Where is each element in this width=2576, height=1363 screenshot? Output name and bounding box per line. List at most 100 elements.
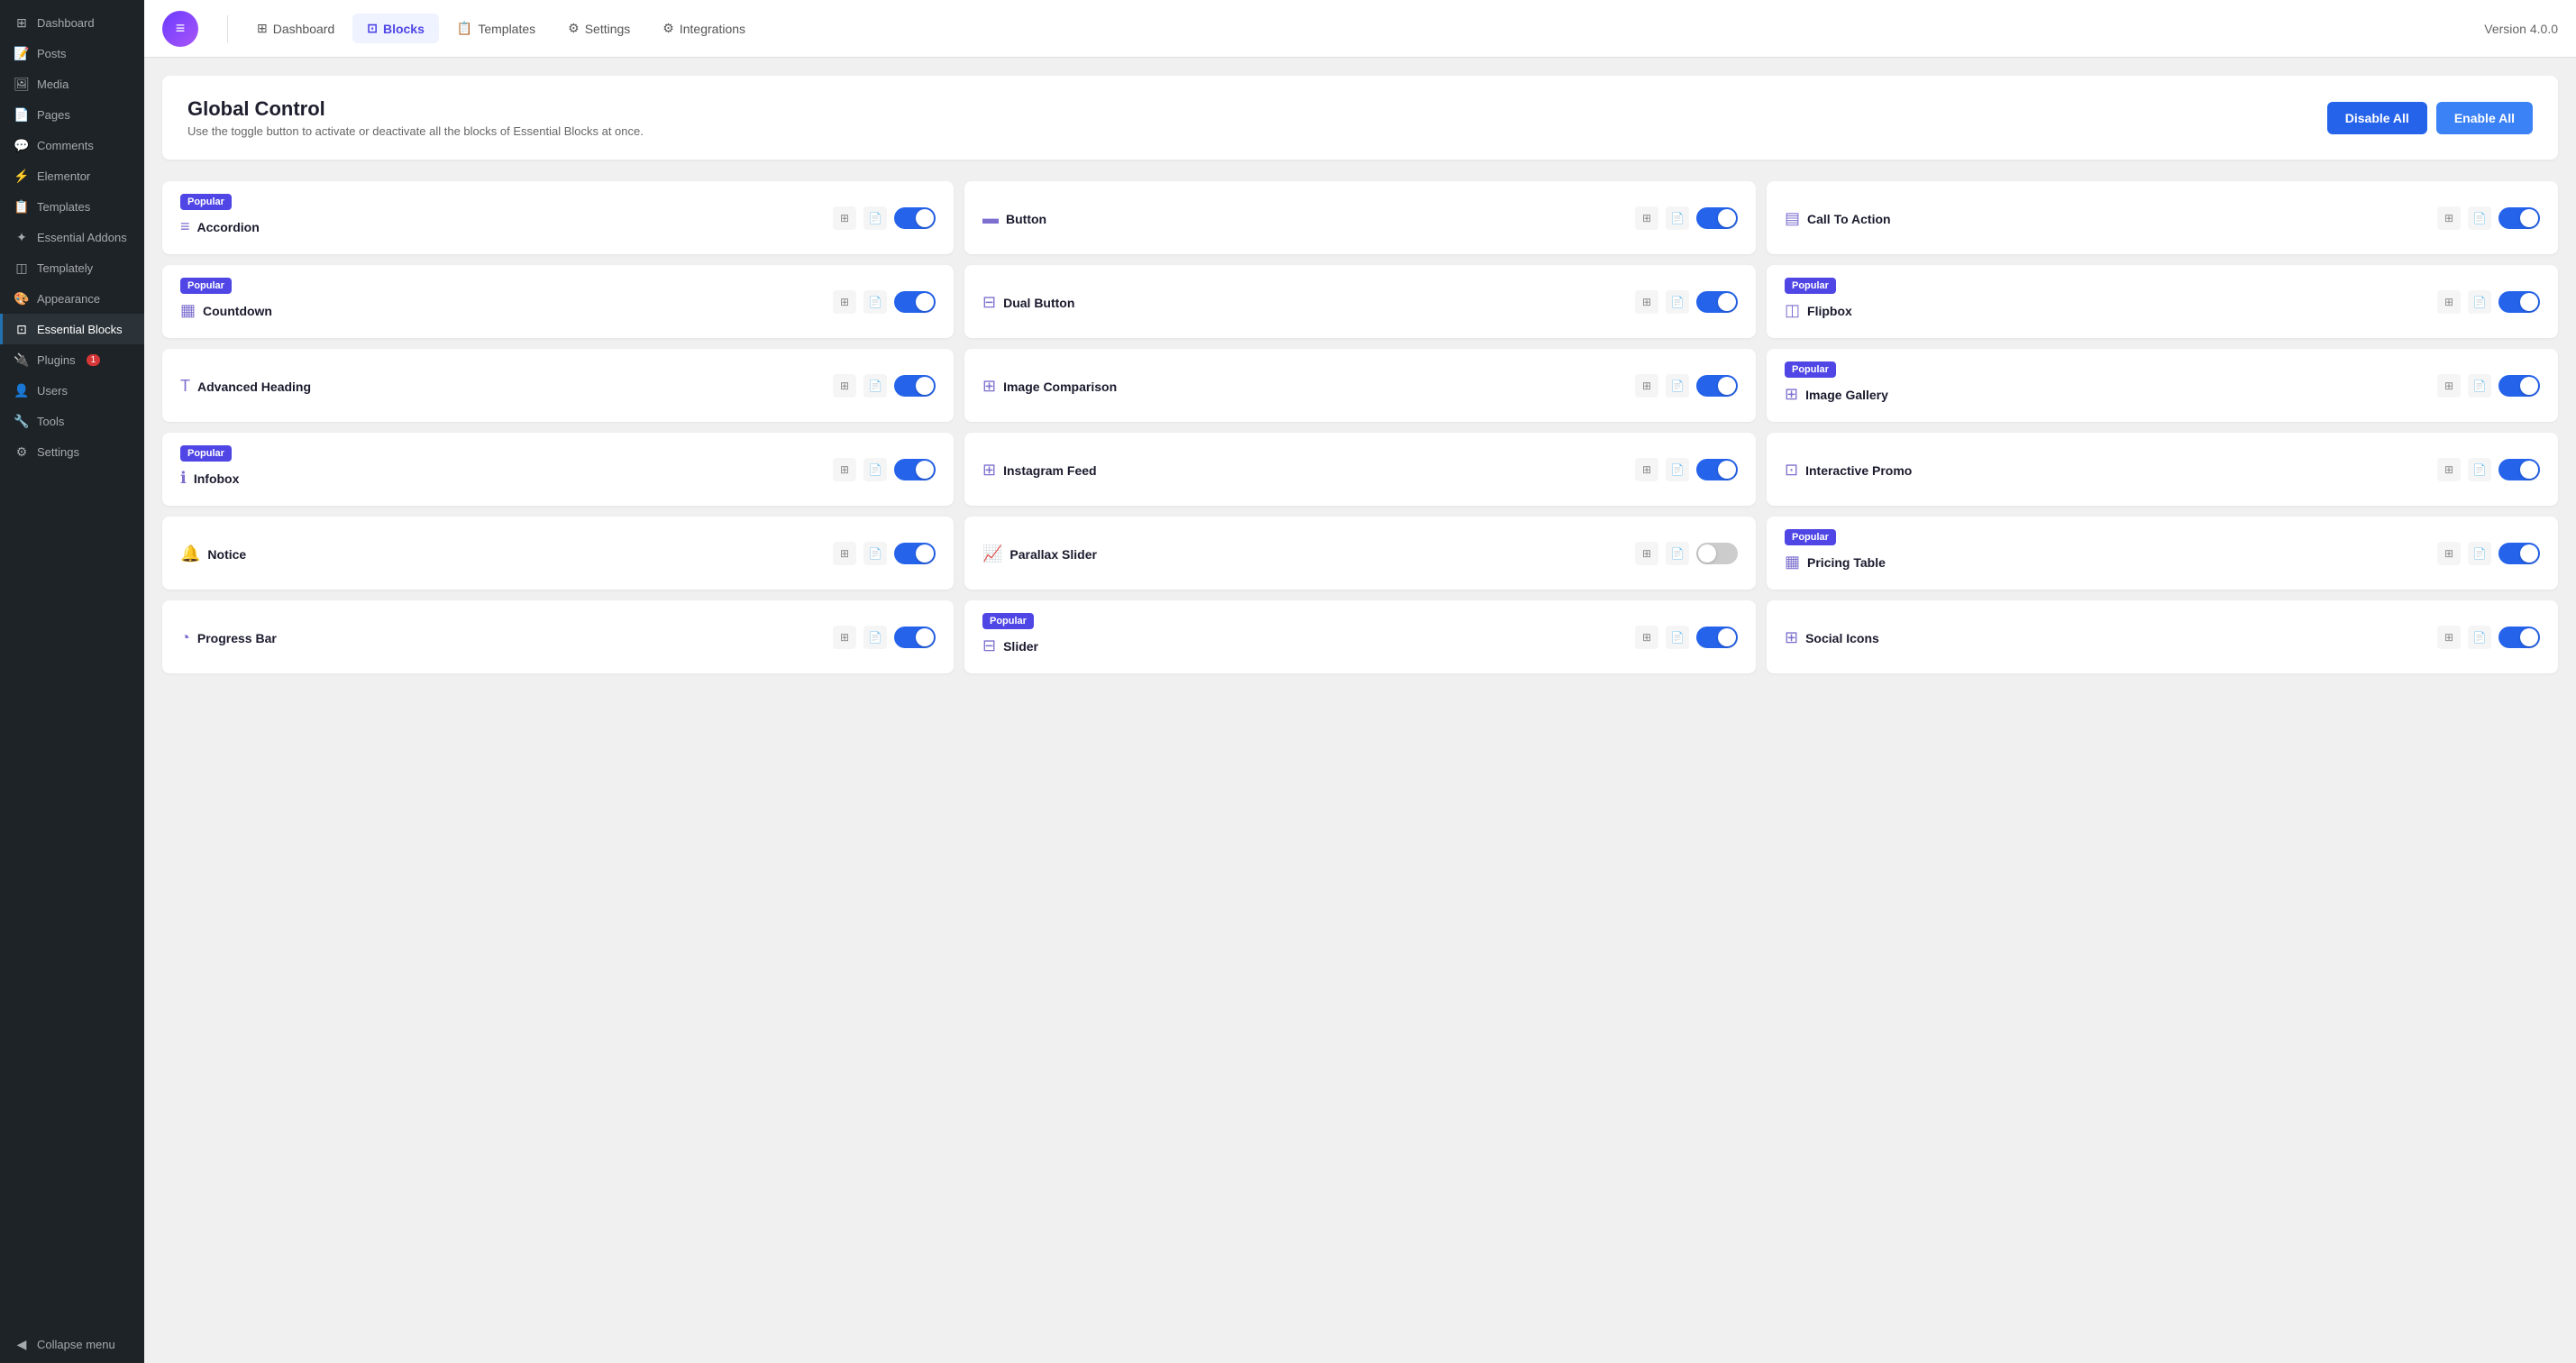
block-toggle-advanced-heading[interactable]: [894, 375, 936, 397]
block-toggle-slider[interactable]: [1696, 627, 1738, 648]
block-preview-icon-instagram-feed[interactable]: ⊞: [1635, 458, 1658, 481]
block-docs-icon-image-gallery[interactable]: 📄: [2468, 374, 2491, 398]
sidebar-item-users[interactable]: 👤 Users: [0, 375, 144, 406]
block-preview-icon-button[interactable]: ⊞: [1635, 206, 1658, 230]
block-docs-icon-slider[interactable]: 📄: [1666, 626, 1689, 649]
block-preview-icon-image-gallery[interactable]: ⊞: [2437, 374, 2461, 398]
block-preview-icon-call-to-action[interactable]: ⊞: [2437, 206, 2461, 230]
block-card-advanced-heading: T Advanced Heading ⊞ 📄: [162, 349, 954, 422]
popular-badge-infobox: Popular: [180, 445, 232, 462]
block-preview-icon-pricing-table[interactable]: ⊞: [2437, 542, 2461, 565]
nav-tab-dashboard[interactable]: ⊞Dashboard: [242, 14, 349, 43]
sidebar-item-settings[interactable]: ⚙ Settings: [0, 436, 144, 467]
version-label: Version 4.0.0: [2484, 22, 2558, 36]
block-left-button: ▬ Button: [982, 207, 1046, 228]
block-preview-icon-infobox[interactable]: ⊞: [833, 458, 856, 481]
global-control-buttons: Disable All Enable All: [2327, 102, 2533, 134]
block-name-row-image-comparison: ⊞ Image Comparison: [982, 377, 1117, 396]
sidebar-item-templates[interactable]: 📋 Templates: [0, 191, 144, 222]
block-preview-icon-countdown[interactable]: ⊞: [833, 290, 856, 314]
sidebar-item-media[interactable]: 🖼 Media: [0, 69, 144, 99]
block-docs-icon-notice[interactable]: 📄: [863, 542, 887, 565]
block-docs-icon-parallax-slider[interactable]: 📄: [1666, 542, 1689, 565]
block-toggle-progress-bar[interactable]: [894, 627, 936, 648]
block-docs-icon-countdown[interactable]: 📄: [863, 290, 887, 314]
block-docs-icon-social-icons[interactable]: 📄: [2468, 626, 2491, 649]
nav-tab-settings[interactable]: ⚙Settings: [553, 14, 644, 43]
block-toggle-pricing-table[interactable]: [2498, 543, 2540, 564]
block-preview-icon-accordion[interactable]: ⊞: [833, 206, 856, 230]
block-toggle-notice[interactable]: [894, 543, 936, 564]
block-docs-icon-pricing-table[interactable]: 📄: [2468, 542, 2491, 565]
block-toggle-image-comparison[interactable]: [1696, 375, 1738, 397]
block-card-image-comparison: ⊞ Image Comparison ⊞ 📄: [964, 349, 1756, 422]
block-name-row-pricing-table: ▦ Pricing Table: [1785, 553, 1886, 572]
block-toggle-dual-button[interactable]: [1696, 291, 1738, 313]
block-name-row-accordion: ≡ Accordion: [180, 217, 260, 236]
logo-area: ≡: [162, 11, 198, 47]
block-docs-icon-infobox[interactable]: 📄: [863, 458, 887, 481]
sidebar-item-dashboard[interactable]: ⊞ Dashboard: [0, 7, 144, 38]
block-preview-icon-social-icons[interactable]: ⊞: [2437, 626, 2461, 649]
block-docs-icon-advanced-heading[interactable]: 📄: [863, 374, 887, 398]
block-preview-icon-parallax-slider[interactable]: ⊞: [1635, 542, 1658, 565]
block-toggle-accordion[interactable]: [894, 207, 936, 229]
nav-tab-integrations[interactable]: ⚙Integrations: [648, 14, 760, 43]
block-card-button: ▬ Button ⊞ 📄: [964, 181, 1756, 254]
block-preview-icon-advanced-heading[interactable]: ⊞: [833, 374, 856, 398]
block-docs-icon-progress-bar[interactable]: 📄: [863, 626, 887, 649]
sidebar-item-comments[interactable]: 💬 Comments: [0, 130, 144, 160]
sidebar-label-pages: Pages: [37, 108, 70, 122]
block-preview-icon-slider[interactable]: ⊞: [1635, 626, 1658, 649]
block-docs-icon-image-comparison[interactable]: 📄: [1666, 374, 1689, 398]
logo-icon: ≡: [162, 11, 198, 47]
collapse-menu-button[interactable]: ◀Collapse menu: [0, 1325, 144, 1363]
block-toggle-flipbox[interactable]: [2498, 291, 2540, 313]
sidebar-label-templates: Templates: [37, 200, 90, 214]
sidebar-item-appearance[interactable]: 🎨 Appearance: [0, 283, 144, 314]
nav-tab-templates[interactable]: 📋Templates: [443, 14, 550, 43]
block-docs-icon-dual-button[interactable]: 📄: [1666, 290, 1689, 314]
block-preview-icon-progress-bar[interactable]: ⊞: [833, 626, 856, 649]
sidebar-item-essential-blocks[interactable]: ⊡ Essential Blocks: [0, 314, 144, 344]
sidebar-item-pages[interactable]: 📄 Pages: [0, 99, 144, 130]
block-preview-icon-dual-button[interactable]: ⊞: [1635, 290, 1658, 314]
block-card-countdown: Popular ▦ Countdown ⊞ 📄: [162, 265, 954, 338]
block-toggle-instagram-feed[interactable]: [1696, 459, 1738, 480]
block-toggle-interactive-promo[interactable]: [2498, 459, 2540, 480]
nav-tab-blocks[interactable]: ⊡Blocks: [352, 14, 439, 43]
block-actions-parallax-slider: ⊞ 📄: [1635, 542, 1738, 565]
block-docs-icon-button[interactable]: 📄: [1666, 206, 1689, 230]
block-preview-icon-image-comparison[interactable]: ⊞: [1635, 374, 1658, 398]
sidebar-item-elementor[interactable]: ⚡ Elementor: [0, 160, 144, 191]
block-preview-icon-notice[interactable]: ⊞: [833, 542, 856, 565]
sidebar-item-essential-addons[interactable]: ✦ Essential Addons: [0, 222, 144, 252]
block-toggle-infobox[interactable]: [894, 459, 936, 480]
block-docs-icon-flipbox[interactable]: 📄: [2468, 290, 2491, 314]
block-actions-dual-button: ⊞ 📄: [1635, 290, 1738, 314]
block-preview-icon-flipbox[interactable]: ⊞: [2437, 290, 2461, 314]
block-toggle-countdown[interactable]: [894, 291, 936, 313]
block-docs-icon-interactive-promo[interactable]: 📄: [2468, 458, 2491, 481]
sidebar-item-tools[interactable]: 🔧 Tools: [0, 406, 144, 436]
nav-tab-icon-templates: 📋: [457, 21, 472, 36]
nav-divider: [227, 15, 228, 42]
block-docs-icon-instagram-feed[interactable]: 📄: [1666, 458, 1689, 481]
block-docs-icon-call-to-action[interactable]: 📄: [2468, 206, 2491, 230]
block-toggle-social-icons[interactable]: [2498, 627, 2540, 648]
sidebar-item-posts[interactable]: 📝 Posts: [0, 38, 144, 69]
sidebar-item-templately[interactable]: ◫ Templately: [0, 252, 144, 283]
block-docs-icon-accordion[interactable]: 📄: [863, 206, 887, 230]
sidebar-item-plugins[interactable]: 🔌 Plugins 1: [0, 344, 144, 375]
disable-all-button[interactable]: Disable All: [2327, 102, 2427, 134]
block-toggle-parallax-slider[interactable]: [1696, 543, 1738, 564]
block-toggle-image-gallery[interactable]: [2498, 375, 2540, 397]
block-toggle-button[interactable]: [1696, 207, 1738, 229]
block-card-accordion: Popular ≡ Accordion ⊞ 📄: [162, 181, 954, 254]
block-actions-call-to-action: ⊞ 📄: [2437, 206, 2540, 230]
enable-all-button[interactable]: Enable All: [2436, 102, 2533, 134]
toggle-knob-notice: [916, 544, 934, 563]
block-toggle-call-to-action[interactable]: [2498, 207, 2540, 229]
block-preview-icon-interactive-promo[interactable]: ⊞: [2437, 458, 2461, 481]
sidebar-icon-templates: 📋: [14, 198, 30, 215]
